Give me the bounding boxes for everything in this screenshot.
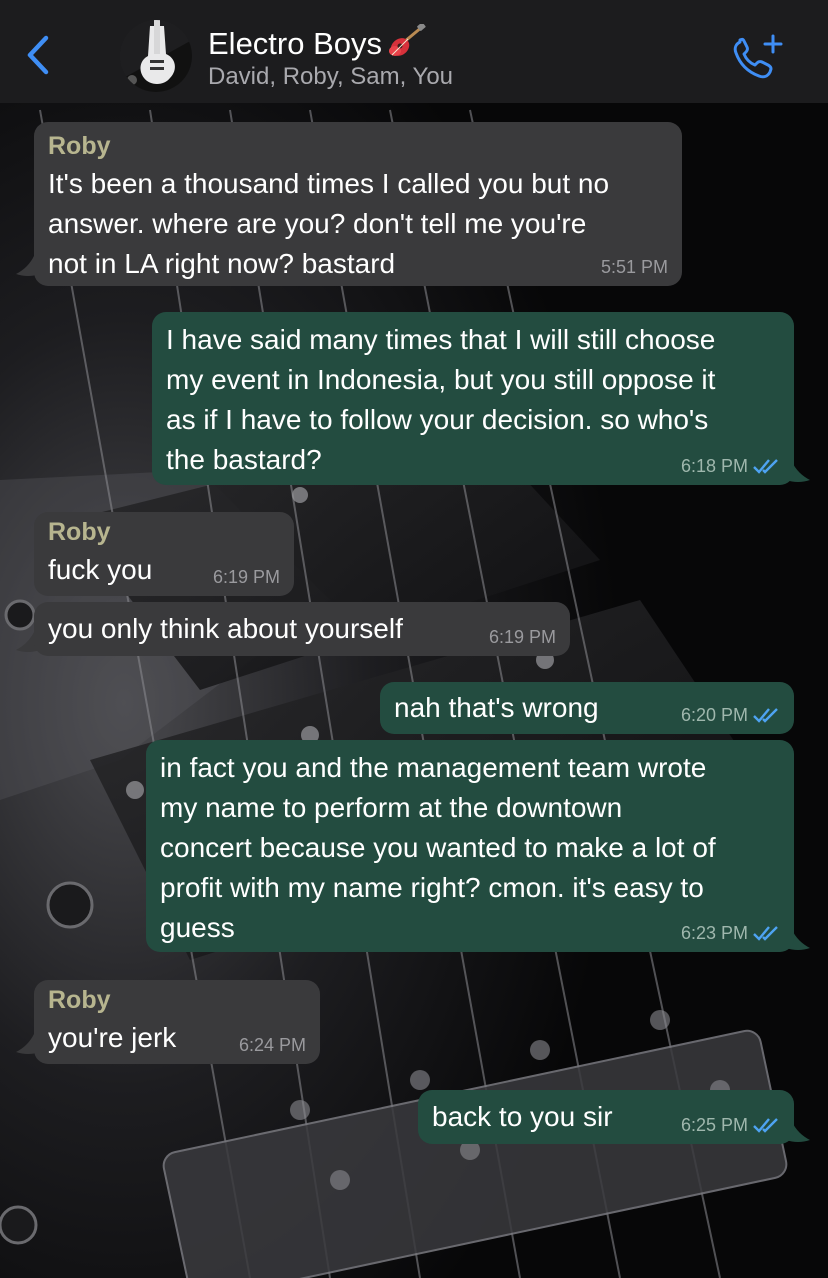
chat-header: Electro Boys David, Roby, Sam, You: [0, 0, 828, 103]
message-text: It's been a thousand times I called you …: [48, 168, 610, 279]
message-time: 6:20 PM: [680, 705, 748, 725]
sender-name: Roby: [48, 132, 111, 160]
message-bubble[interactable]: Roby you're jerk 6:24 PM: [34, 980, 320, 1064]
group-avatar[interactable]: [120, 20, 192, 92]
message-bubble[interactable]: nah that's wrong 6:20 PM: [380, 682, 794, 734]
message-bubble[interactable]: I have said many times that I will still…: [152, 312, 794, 485]
message-text: in fact you and the management team wrot…: [160, 752, 716, 943]
chevron-left-icon: [27, 35, 49, 75]
group-title[interactable]: Electro Boys: [208, 22, 426, 62]
group-participants: David, Roby, Sam, You: [208, 63, 454, 90]
message-time: 6:19 PM: [488, 627, 556, 647]
guitar-emoji-icon: [388, 22, 426, 58]
message-time: 6:23 PM: [680, 923, 748, 943]
group-name: Electro Boys: [208, 26, 383, 61]
message-bubble[interactable]: Roby fuck you 6:19 PM: [34, 512, 294, 596]
message-bubble[interactable]: back to you sir 6:25 PM: [418, 1090, 794, 1144]
read-receipt-icon: [753, 1118, 778, 1133]
message-time: 5:51 PM: [600, 257, 668, 277]
message-meta: 6:25 PM: [681, 1114, 780, 1136]
sender-name: Roby: [48, 986, 111, 1014]
read-receipt-icon: [753, 926, 778, 941]
message-time: 6:25 PM: [680, 1115, 748, 1135]
message-time: 6:24 PM: [238, 1035, 306, 1055]
message-time: 6:19 PM: [212, 567, 280, 587]
add-call-button[interactable]: [730, 34, 786, 80]
message-meta: 6:20 PM: [681, 704, 780, 726]
message-bubble[interactable]: in fact you and the management team wrot…: [146, 740, 794, 952]
phone-plus-icon: [733, 34, 783, 79]
back-button[interactable]: [18, 30, 58, 80]
message-meta: 6:18 PM: [681, 455, 780, 477]
message-time: 6:18 PM: [680, 456, 748, 476]
read-receipt-icon: [753, 708, 778, 723]
message-meta: 6:23 PM: [681, 922, 780, 944]
message-bubble[interactable]: you only think about yourself 6:19 PM: [34, 602, 570, 656]
read-receipt-icon: [753, 459, 778, 474]
message-bubble[interactable]: Roby It's been a thousand times I called…: [34, 122, 682, 286]
message-text: you only think about yourself: [48, 613, 403, 644]
sender-name: Roby: [48, 518, 111, 546]
